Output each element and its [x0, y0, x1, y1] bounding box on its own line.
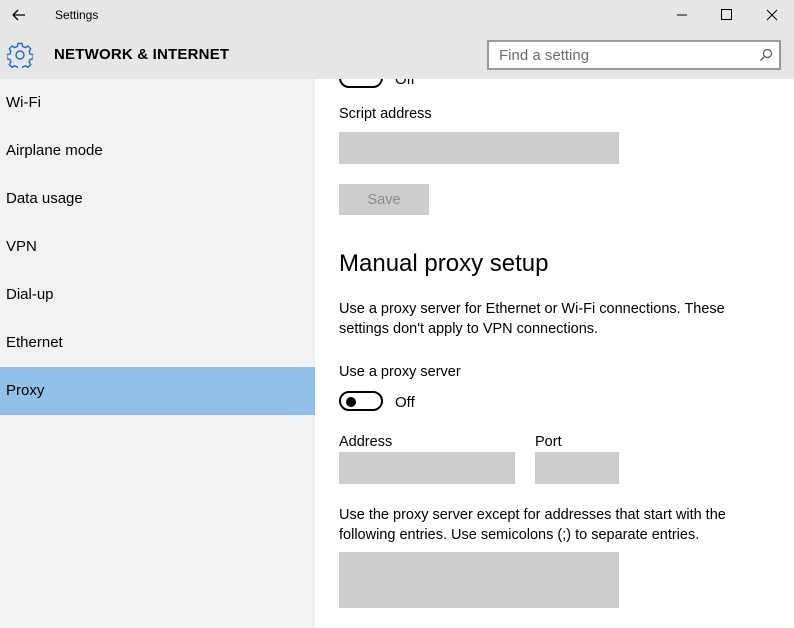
sidebar-item-wifi[interactable]: Wi-Fi — [0, 79, 315, 127]
sidebar-item-label: Wi-Fi — [6, 94, 41, 111]
use-proxy-label: Use a proxy server — [339, 364, 461, 380]
sidebar: Wi-Fi Airplane mode Data usage VPN Dial-… — [0, 79, 315, 628]
use-proxy-toggle-state: Off — [395, 394, 415, 411]
sidebar-item-label: VPN — [6, 238, 37, 255]
window-title: Settings — [55, 8, 99, 22]
sidebar-item-vpn[interactable]: VPN — [0, 223, 315, 271]
maximize-icon — [721, 9, 732, 20]
page-title: NETWORK & INTERNET — [54, 46, 230, 63]
sidebar-item-label: Proxy — [6, 382, 45, 399]
title-bar: Settings — [0, 0, 794, 30]
exceptions-description: Use the proxy server except for addresse… — [339, 507, 726, 543]
sidebar-item-data-usage[interactable]: Data usage — [0, 175, 315, 223]
maximize-button[interactable] — [703, 0, 749, 30]
exceptions-input[interactable] — [339, 552, 619, 608]
port-input[interactable] — [535, 452, 619, 484]
manual-proxy-heading: Manual proxy setup — [339, 250, 549, 277]
sidebar-item-ethernet[interactable]: Ethernet — [0, 319, 315, 367]
back-arrow-icon[interactable] — [9, 5, 29, 25]
gear-icon — [6, 42, 34, 71]
port-label: Port — [535, 434, 562, 450]
close-button[interactable] — [749, 0, 794, 30]
sidebar-item-proxy[interactable]: Proxy — [0, 367, 315, 415]
toggle-knob — [346, 397, 356, 407]
search-input[interactable] — [489, 42, 749, 68]
search-icon[interactable] — [759, 48, 773, 62]
page-header: NETWORK & INTERNET — [0, 30, 794, 79]
script-address-label: Script address — [339, 106, 432, 122]
use-proxy-toggle[interactable] — [339, 391, 383, 411]
manual-proxy-description: Use a proxy server for Ethernet or Wi-Fi… — [339, 301, 725, 337]
sidebar-item-airplane-mode[interactable]: Airplane mode — [0, 127, 315, 175]
script-address-input[interactable] — [339, 132, 619, 164]
sidebar-item-label: Airplane mode — [6, 142, 103, 159]
close-icon — [766, 9, 778, 21]
automatic-proxy-toggle[interactable] — [339, 79, 383, 88]
address-label: Address — [339, 434, 393, 450]
save-button[interactable]: Save — [339, 184, 429, 215]
automatic-proxy-toggle-state: Off — [395, 79, 415, 88]
proxy-settings-content: Off Script address Save Manual proxy set… — [315, 79, 794, 628]
search-box[interactable] — [487, 40, 781, 70]
sidebar-item-dial-up[interactable]: Dial-up — [0, 271, 315, 319]
sidebar-item-label: Data usage — [6, 190, 83, 207]
address-input[interactable] — [339, 452, 515, 484]
minimize-button[interactable] — [659, 0, 705, 30]
sidebar-item-label: Dial-up — [6, 286, 54, 303]
sidebar-item-label: Ethernet — [6, 334, 63, 351]
minimize-icon — [677, 14, 687, 16]
